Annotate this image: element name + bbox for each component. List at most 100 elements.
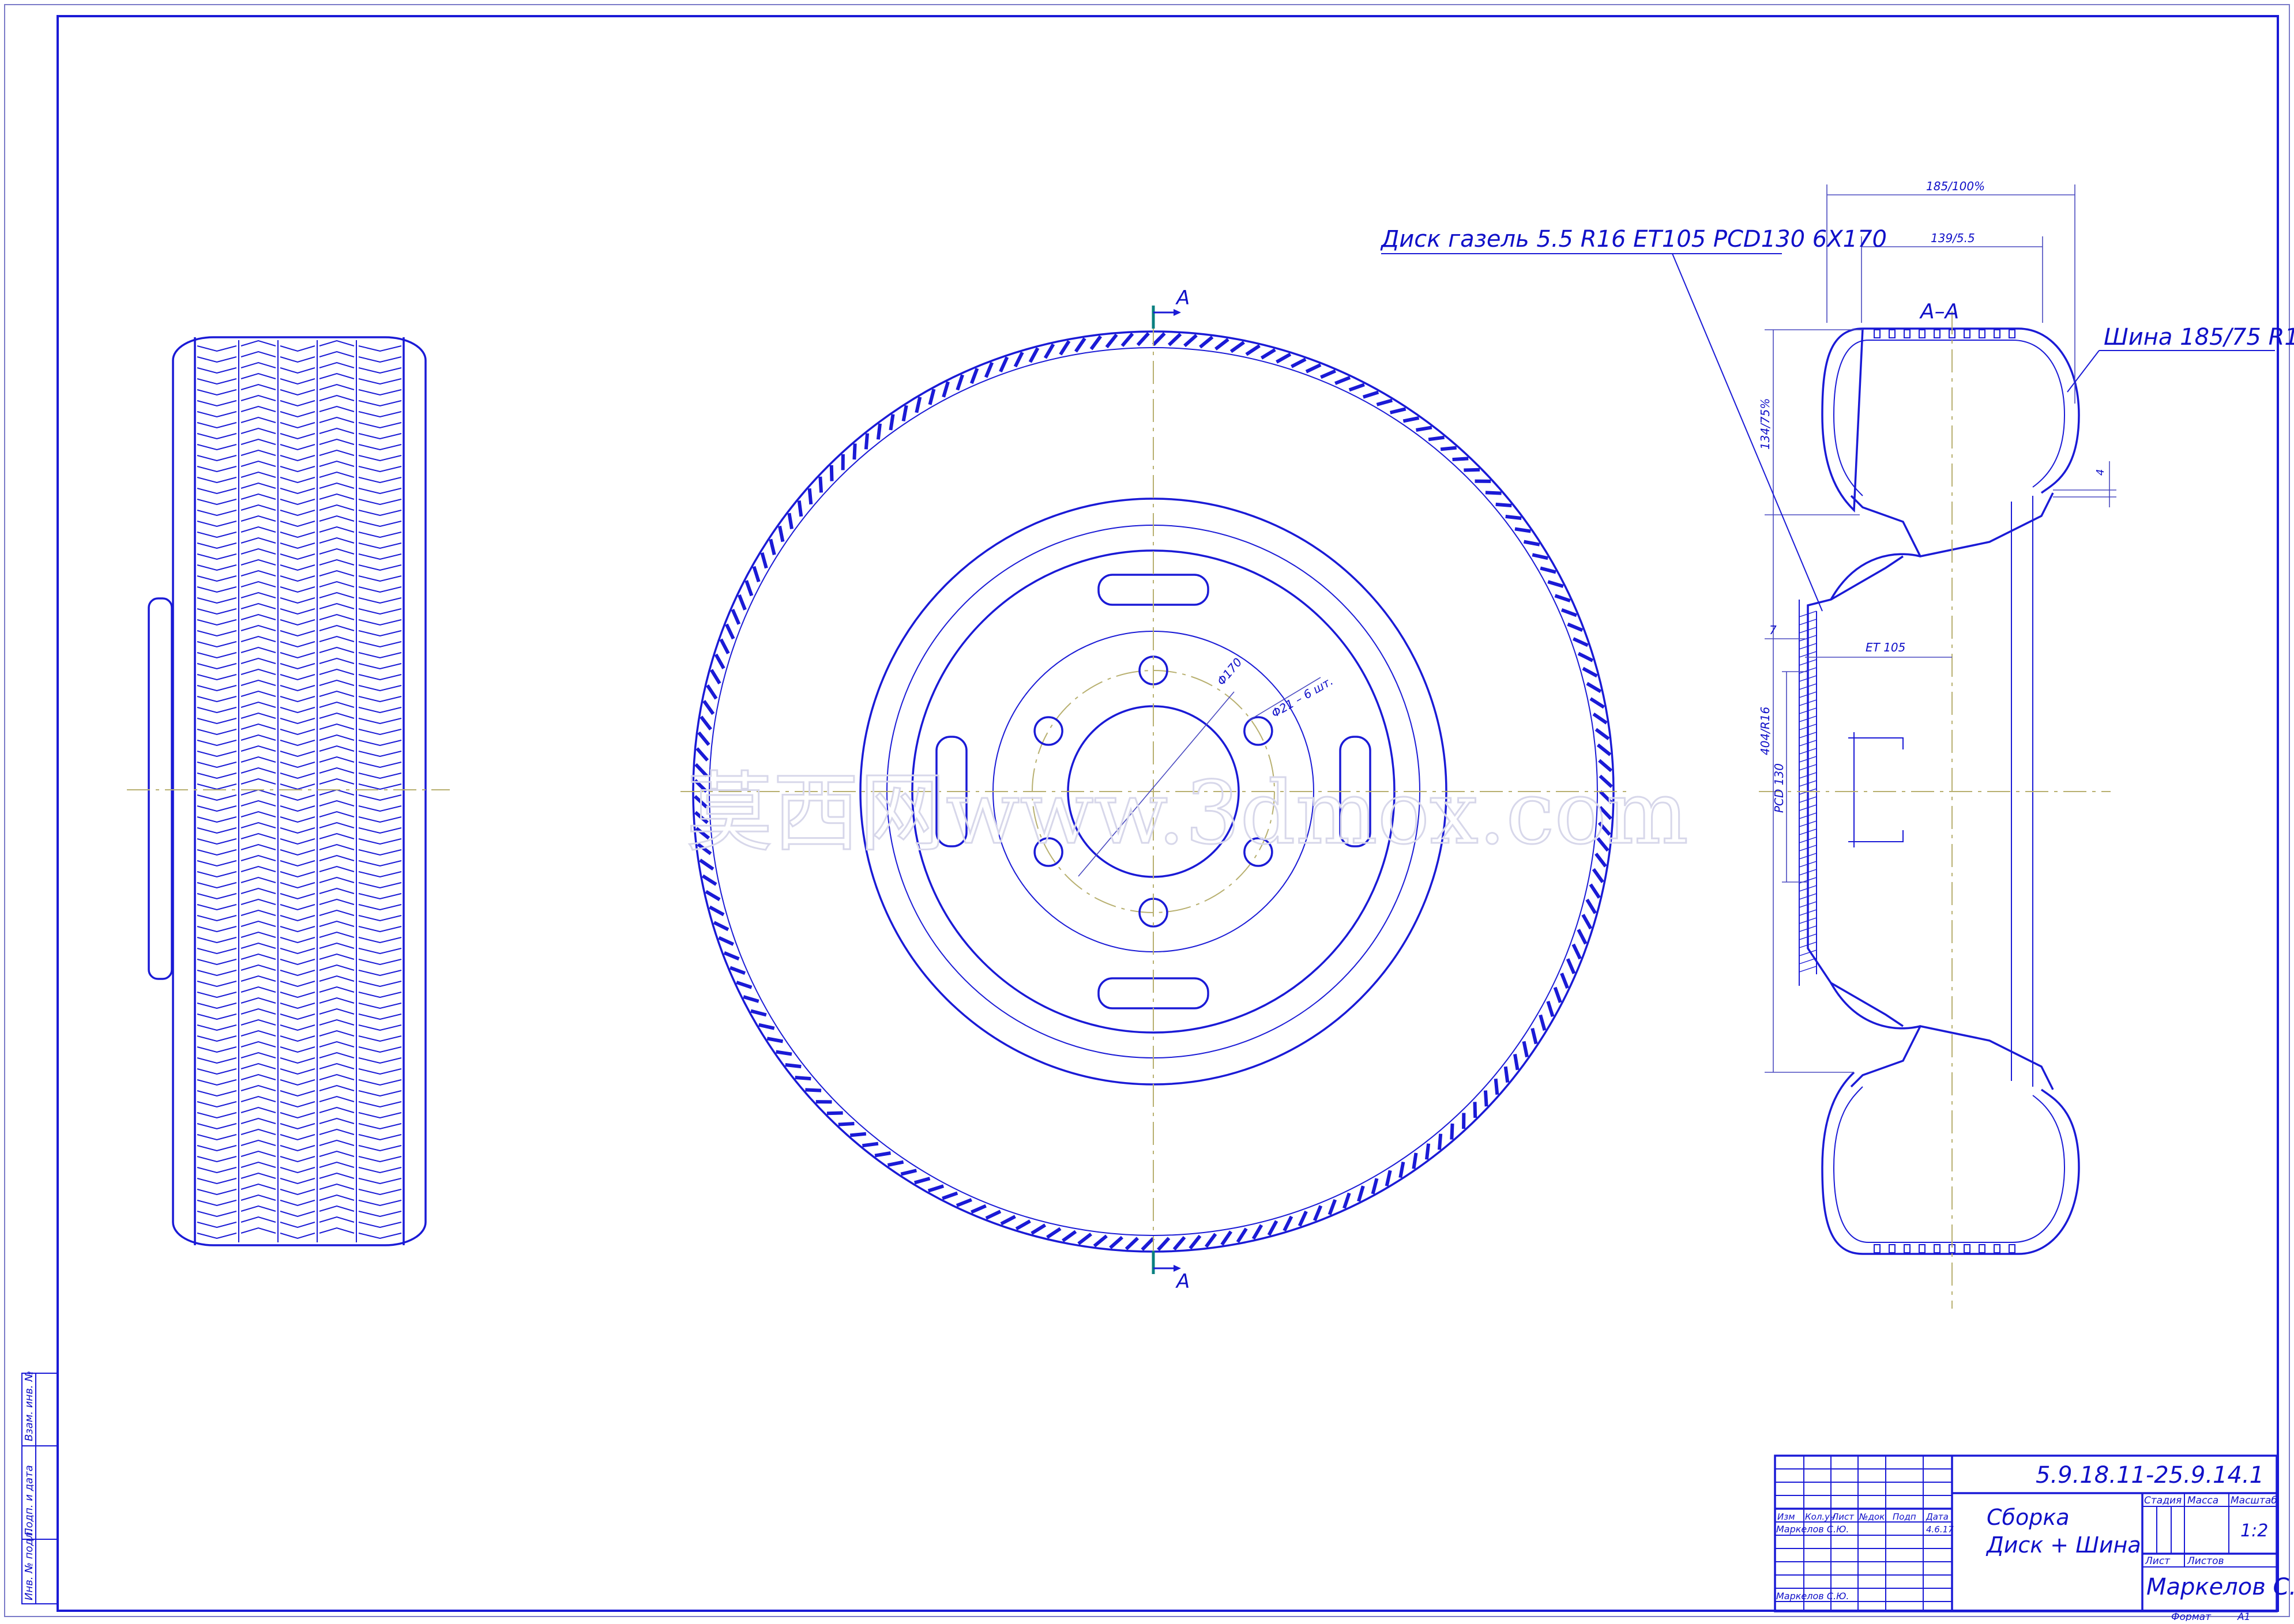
tread-block [776,1052,792,1054]
tread-chevron [359,685,401,691]
tread-pattern [197,340,401,1242]
tread-block [1184,336,1197,346]
tread-chevron [359,598,401,603]
tread-chevron [359,937,401,943]
tread-block [1506,517,1522,518]
tread-block [1277,354,1291,362]
tread-chevron [241,626,276,631]
dim-sidewall: 134/75% [1758,398,1772,450]
tread-block [719,938,734,944]
tread-block [785,1065,802,1067]
tread-chevron [197,554,236,559]
tread-chevron [359,1058,401,1063]
tread-chevron [359,1211,401,1216]
tread-chevron [359,499,401,504]
tread-chevron [319,439,354,444]
tread-chevron [241,1053,276,1058]
tread-chevron [241,1075,276,1080]
tread-block [751,1011,766,1015]
tread-block [878,424,880,440]
tread-chevron [197,466,236,472]
tread-block [770,539,774,555]
tread-chevron [359,1189,401,1195]
tread-chevron [197,576,236,581]
tread-chevron [319,1009,354,1014]
tread-chevron [197,521,236,526]
tread-block [1555,596,1570,601]
tread-chevron [280,1036,315,1041]
tread-block [957,1200,972,1205]
tread-chevron [241,1129,276,1135]
tread-block [1016,1221,1030,1229]
tread-chevron [241,1031,276,1036]
tread-chevron [319,1217,354,1222]
tread-chevron [241,527,276,532]
tread-block [759,1025,774,1028]
tread-block [1091,336,1100,349]
tread-chevron [359,576,401,581]
tread-block [1046,344,1054,358]
tread-chevron [241,571,276,576]
tread-chevron [280,740,315,745]
tread-chevron [319,932,354,937]
tread-chevron [359,1047,401,1052]
stadiya-label: Стадия [2144,1495,2182,1506]
tread-block [1573,639,1588,645]
tread-chevron [241,823,276,828]
tread-block [701,717,711,729]
tread-chevron [197,488,236,493]
tread-block [789,513,792,529]
tread-chevron [197,532,236,537]
tread-chevron [280,795,315,800]
tread-chevron [197,751,236,756]
tread-chevron [197,905,236,910]
author-approver: Маркелов С.Ю. [1776,1591,1849,1602]
tread-chevron [280,664,315,669]
tread-chevron [241,1228,276,1233]
tread-chevron [319,1107,354,1113]
tread-block [710,907,724,914]
tread-chevron [359,543,401,548]
tread-chevron [359,1178,401,1184]
stamp-field-replacement: Взам. инв. № [23,1371,35,1441]
tread-block [1158,1238,1169,1250]
rim-callout: Диск газель 5.5 R16 ET105 PCD130 6X170 [1380,226,1887,253]
tread-block [1373,1178,1377,1194]
tread-chevron [241,965,276,970]
tread-block [1030,348,1037,362]
tread-chevron [241,1064,276,1069]
tread-chevron [319,757,354,762]
tread-chevron [241,768,276,773]
tread-chevron [197,1178,236,1184]
tread-chevron [241,1009,276,1014]
tread-chevron [319,801,354,806]
tread-chevron [197,1233,236,1238]
tread-chevron [359,1156,401,1162]
tread-chevron [280,1146,315,1151]
tread-block [795,1077,811,1079]
tread-chevron [241,1206,276,1211]
stamp-field-inv: Инв. № подл. [23,1529,35,1600]
tread-chevron [197,1036,236,1041]
tread-chevron [280,642,315,647]
tread-chevron [197,565,236,570]
tread-chevron [359,587,401,592]
tread-chevron [319,691,354,696]
col-ndok: №док [1859,1512,1885,1522]
tread-block [1587,684,1601,692]
tread-chevron [280,455,315,461]
tread-chevron [241,779,276,784]
tread-chevron [319,713,354,718]
title-block: Изм Кол.уч Лист №док Подп Дата Маркелов … [1775,1456,2294,1621]
tread-chevron [197,642,236,647]
tread-block [1562,610,1577,616]
tread-block [943,382,948,397]
tread-chevron [280,828,315,833]
tread-chevron [359,1200,401,1205]
dim-rim-width: 139/5.5 [1931,231,1975,245]
tread-chevron [359,850,401,855]
dim-7: 7 [1769,623,1777,637]
tread-chevron [241,790,276,795]
tread-chevron [241,636,276,642]
tread-chevron [241,516,276,521]
